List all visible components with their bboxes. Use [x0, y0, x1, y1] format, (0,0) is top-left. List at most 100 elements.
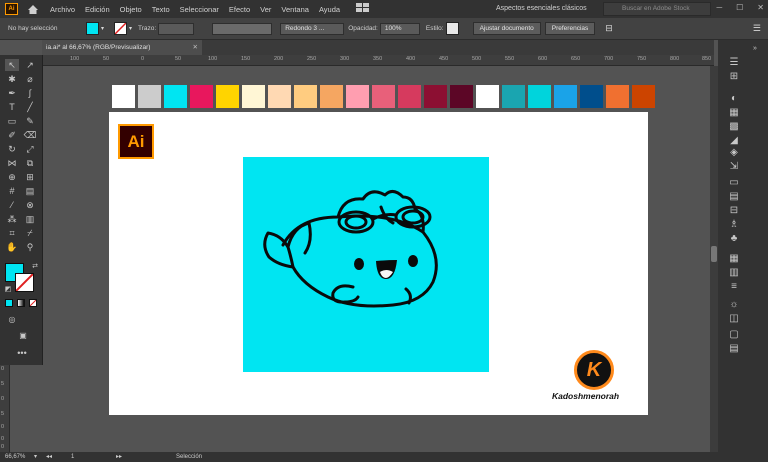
slice-tool-icon[interactable]: ⌿ [23, 227, 37, 239]
chevron-down-icon[interactable]: ▾ [34, 452, 37, 462]
palette-swatch[interactable] [242, 85, 265, 108]
menu-ventana[interactable]: Ventana [281, 5, 309, 14]
transform-panel-icon[interactable]: ▤ [727, 190, 741, 202]
menu-objeto[interactable]: Objeto [120, 5, 142, 14]
scale-tool-icon[interactable]: ⤢ [23, 143, 37, 155]
opacity-field[interactable]: 100% [379, 22, 420, 35]
links-panel-icon[interactable]: ▢ [727, 328, 741, 340]
stroke-swatch[interactable] [114, 22, 128, 35]
mesh-tool-icon[interactable]: # [5, 185, 19, 197]
palette-swatch[interactable] [164, 85, 187, 108]
none-mode-button[interactable] [29, 299, 37, 307]
variable-width-dropdown[interactable] [212, 22, 273, 35]
align-panel-icon[interactable]: ⊟ [727, 204, 741, 216]
symbols-panel-icon[interactable]: ♣ [727, 232, 741, 244]
symbol-sprayer-tool-icon[interactable]: ⁂ [5, 213, 19, 225]
brushes-panel-icon[interactable]: ◢ [727, 134, 741, 146]
asset-export-panel-icon[interactable]: ▤ [727, 342, 741, 354]
artboards-panel-icon[interactable]: ▭ [727, 176, 741, 188]
direct-selection-tool-icon[interactable]: ↗ [23, 59, 37, 71]
horizontal-ruler[interactable]: 100 50 0 50 100 150 200 250 300 350 400 … [42, 55, 714, 66]
draw-mode-icon[interactable]: ◎ [5, 313, 19, 325]
close-icon[interactable]: ✕ [757, 3, 764, 12]
next-artboard-icon[interactable]: ▸▸ [116, 452, 122, 462]
hand-tool-icon[interactable]: ✋ [5, 241, 19, 253]
rectangle-tool-icon[interactable]: ▭ [5, 115, 19, 127]
swap-colors-icon[interactable]: ⇄ [28, 260, 42, 272]
palette-swatch[interactable] [476, 85, 499, 108]
stroke-color-swatch[interactable] [15, 273, 34, 292]
menu-archivo[interactable]: Archivo [50, 5, 75, 14]
pathfinder-panel-icon[interactable]: ♗ [727, 218, 741, 230]
default-colors-icon[interactable]: ◩ [1, 283, 15, 295]
artboard-tool-icon[interactable]: ⌗ [5, 227, 19, 239]
type-tool-icon[interactable]: T [5, 101, 19, 113]
palette-swatch[interactable] [112, 85, 135, 108]
palette-swatch[interactable] [138, 85, 161, 108]
perspective-grid-tool-icon[interactable]: ⊞ [23, 171, 37, 183]
palette-swatch[interactable] [320, 85, 343, 108]
gradient-mode-button[interactable] [17, 299, 25, 307]
palette-swatch[interactable] [632, 85, 655, 108]
preferences-button[interactable]: Preferencias [544, 22, 596, 35]
palette-swatch[interactable] [528, 85, 551, 108]
eyedropper-tool-icon[interactable]: ⁄ [5, 199, 19, 211]
menu-texto[interactable]: Texto [152, 5, 170, 14]
menu-edicion[interactable]: Edición [85, 5, 110, 14]
chevron-down-icon[interactable]: ▾ [129, 25, 132, 32]
vertical-scrollbar[interactable] [710, 66, 718, 452]
palette-swatch[interactable] [372, 85, 395, 108]
chevron-down-icon[interactable]: ▾ [101, 25, 104, 32]
magic-wand-tool-icon[interactable]: ✱ [5, 73, 19, 85]
color-guide-panel-icon[interactable]: ▦ [727, 106, 741, 118]
rotate-tool-icon[interactable]: ↻ [5, 143, 19, 155]
artboard-number-field[interactable]: 1 [71, 452, 74, 462]
zoom-field[interactable]: 66,67% [5, 452, 25, 462]
shaper-tool-icon[interactable]: ✐ [5, 129, 19, 141]
graphic-styles-panel-icon[interactable]: ▦ [727, 252, 741, 264]
selection-tool-icon[interactable]: ↖ [5, 59, 19, 71]
stock-search-input[interactable]: Buscar en Adobe Stock [603, 2, 711, 16]
lasso-tool-icon[interactable]: ⌀ [23, 73, 37, 85]
style-swatch[interactable] [445, 22, 459, 35]
character-drawing[interactable] [243, 157, 489, 372]
minimize-icon[interactable]: ─ [716, 3, 722, 12]
home-icon[interactable] [26, 3, 40, 15]
palette-swatch[interactable] [450, 85, 473, 108]
pen-tool-icon[interactable]: ✒ [5, 87, 19, 99]
workspace-switcher[interactable]: Aspectos esenciales clásicos [490, 2, 588, 16]
arrange-documents-icon[interactable] [356, 3, 370, 15]
prev-artboard-icon[interactable]: ◂◂ [46, 452, 52, 462]
eraser-tool-icon[interactable]: ⌫ [23, 129, 37, 141]
close-tab-icon[interactable]: ✕ [193, 40, 198, 55]
palette-swatch[interactable] [424, 85, 447, 108]
transparency-panel-icon[interactable]: ◫ [727, 312, 741, 324]
palette-swatch[interactable] [502, 85, 525, 108]
fill-swatch[interactable] [86, 22, 99, 35]
paintbrush-tool-icon[interactable]: ✎ [23, 115, 37, 127]
palette-swatch[interactable] [580, 85, 603, 108]
shape-builder-tool-icon[interactable]: ⊕ [5, 171, 19, 183]
palette-swatch[interactable] [346, 85, 369, 108]
gradient-panel-icon[interactable]: ☼ [727, 298, 741, 310]
line-tool-icon[interactable]: ╱ [23, 101, 37, 113]
zoom-tool-icon[interactable]: ⚲ [23, 241, 37, 253]
gradient-tool-icon[interactable]: ▤ [23, 185, 37, 197]
palette-swatch[interactable] [398, 85, 421, 108]
palette-swatch[interactable] [268, 85, 291, 108]
menu-seleccionar[interactable]: Seleccionar [180, 5, 219, 14]
panel-menu-icon[interactable]: ☰ [753, 23, 761, 34]
arrange-icon[interactable]: ⊟ [605, 23, 613, 34]
color-mode-button[interactable] [5, 299, 13, 307]
column-graph-tool-icon[interactable]: ▥ [23, 213, 37, 225]
curvature-tool-icon[interactable]: ∫ [23, 87, 37, 99]
libraries-panel-icon[interactable]: ⊞ [727, 70, 741, 82]
more-tools-icon[interactable]: ••• [15, 347, 29, 359]
swatches-panel-icon[interactable]: ▩ [727, 120, 741, 132]
document-tab[interactable]: ia.ai* al 66,67% (RGB/Previsualizar) ✕ [42, 40, 202, 55]
screen-mode-icon[interactable]: ▣ [16, 329, 30, 341]
panel-collapse-icon[interactable]: » [748, 42, 762, 54]
properties-panel-icon[interactable]: ☰ [727, 56, 741, 68]
palette-swatch[interactable] [554, 85, 577, 108]
export-panel-icon[interactable]: ⇲ [727, 160, 741, 172]
